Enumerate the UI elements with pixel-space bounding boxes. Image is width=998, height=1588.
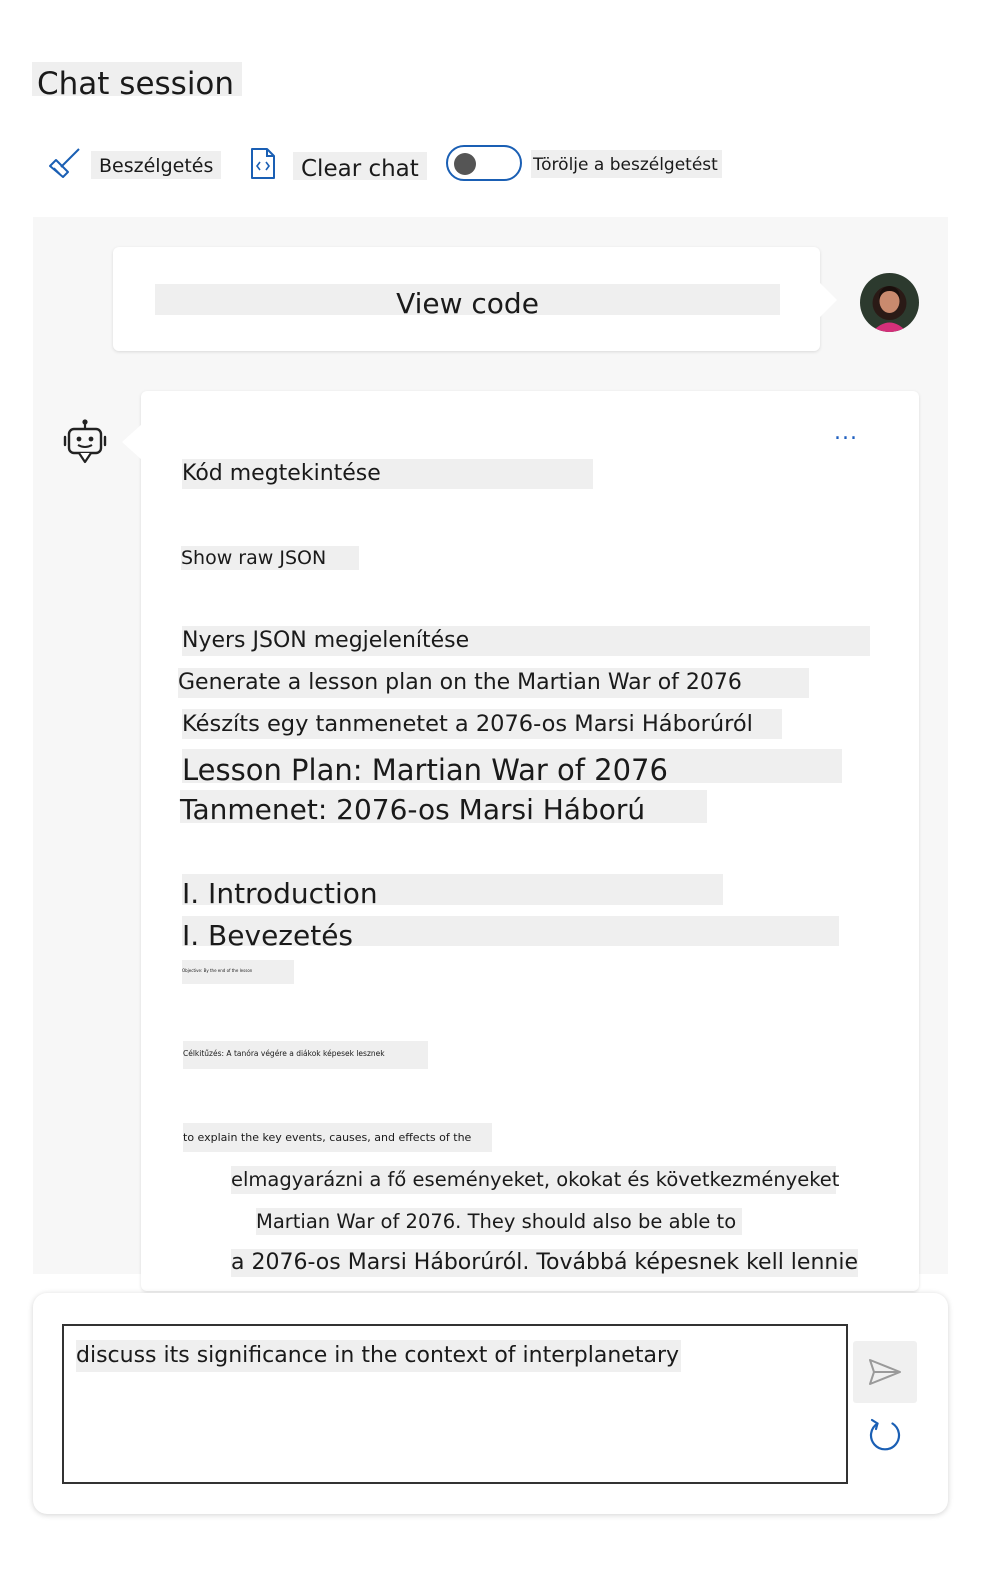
bot-line: Lesson Plan: Martian War of 2076 xyxy=(182,749,842,787)
toggle-label: Törölje a beszélgetést xyxy=(531,150,722,178)
clear-chat-toggle[interactable] xyxy=(446,145,522,181)
bot-line: Nyers JSON megjelenítése xyxy=(182,626,870,656)
bot-message-bubble xyxy=(141,391,919,1291)
send-icon xyxy=(869,1359,901,1385)
bot-line: Célkitűzés: A tanóra végére a diákok kép… xyxy=(183,1041,428,1069)
user-avatar xyxy=(860,273,919,332)
bot-line: Készíts egy tanmenetet a 2076-os Marsi H… xyxy=(182,709,782,739)
refresh-icon[interactable] xyxy=(864,1414,906,1456)
bot-bubble-tail xyxy=(122,424,142,460)
code-file-icon[interactable] xyxy=(249,147,277,181)
bot-icon xyxy=(63,419,107,464)
beszelgetes-button[interactable]: Beszélgetés xyxy=(91,151,222,179)
bot-line: Martian War of 2076. They should also be… xyxy=(256,1208,742,1235)
bot-line: I. Bevezetés xyxy=(182,916,839,952)
chat-input-text[interactable]: discuss its significance in the context … xyxy=(76,1340,682,1372)
send-button[interactable] xyxy=(853,1341,917,1403)
bot-line: Kód megtekintése xyxy=(182,459,593,489)
bot-line: Generate a lesson plan on the Martian Wa… xyxy=(178,668,809,698)
clear-chat-button[interactable]: Clear chat xyxy=(293,152,427,182)
user-message-text: View code xyxy=(155,284,780,320)
toggle-knob xyxy=(454,153,476,175)
broom-icon[interactable] xyxy=(46,146,82,182)
bot-line: Show raw JSON xyxy=(181,546,359,570)
bot-line: elmagyarázni a fő eseményeket, okokat és… xyxy=(231,1166,839,1194)
user-bubble-tail xyxy=(819,282,837,318)
bot-line: Objective: By the end of the lesson xyxy=(182,960,294,984)
bot-line: I. Introduction xyxy=(182,874,723,910)
bot-line: a 2076-os Marsi Háborúról. Továbbá képes… xyxy=(231,1249,858,1277)
page-title: Chat session xyxy=(32,62,243,102)
more-options-button[interactable]: ... xyxy=(834,420,858,445)
bot-line: to explain the key events, causes, and e… xyxy=(183,1123,492,1152)
bot-line: Tanmenet: 2076-os Marsi Háború xyxy=(180,790,707,826)
